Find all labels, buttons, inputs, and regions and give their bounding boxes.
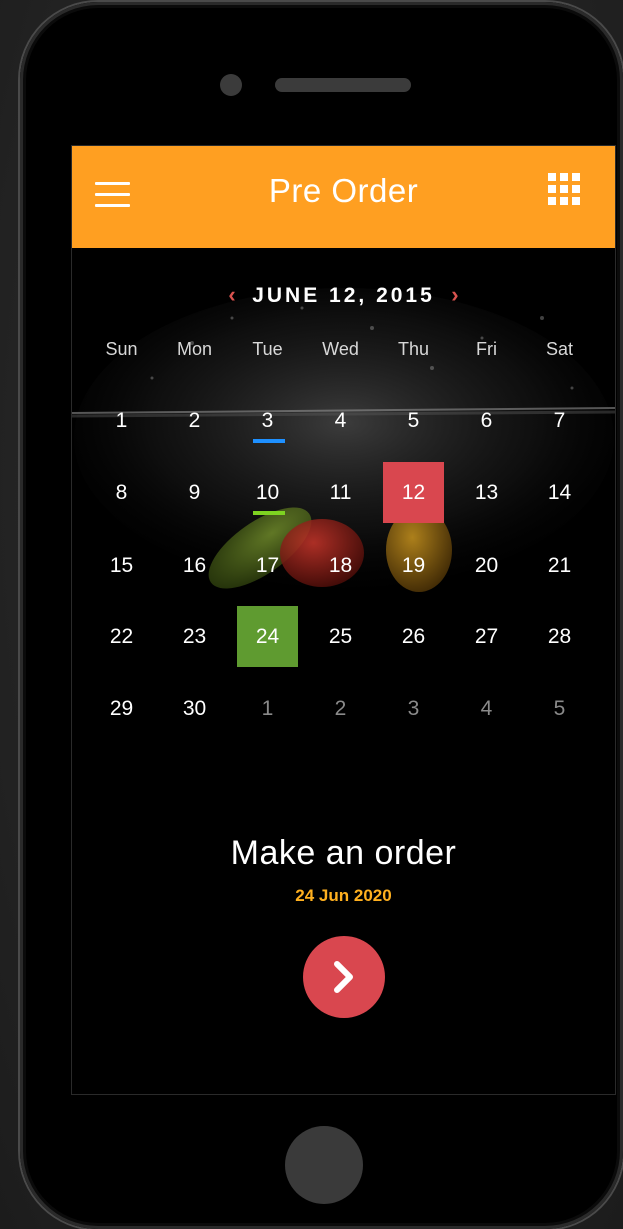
calendar-day[interactable]: 1 <box>237 678 298 739</box>
calendar-day[interactable]: 20 <box>456 535 517 596</box>
calendar-day[interactable]: 25 <box>310 606 371 667</box>
calendar-day[interactable]: 7 <box>529 390 590 451</box>
calendar-day[interactable]: 15 <box>91 535 152 596</box>
weekday-label: Sat <box>545 339 574 359</box>
current-date-label: JUNE 12, 2015 <box>252 284 435 307</box>
earpiece-speaker <box>275 78 411 92</box>
next-month-button[interactable]: › <box>451 282 458 307</box>
weekday-label: Fri <box>476 339 497 359</box>
app-bar: Pre Order <box>72 146 615 248</box>
calendar-day[interactable]: 13 <box>456 462 517 523</box>
day-event-marker <box>253 511 285 515</box>
calendar-day[interactable]: 22 <box>91 606 152 667</box>
calendar-day[interactable]: 1 <box>91 390 152 451</box>
calendar-day[interactable]: 19 <box>383 535 444 596</box>
calendar-day[interactable]: 5 <box>383 390 444 451</box>
calendar-day[interactable]: 8 <box>91 462 152 523</box>
calendar-day[interactable]: 4 <box>456 678 517 739</box>
front-camera <box>220 74 242 96</box>
calendar-day[interactable]: 24 <box>237 606 298 667</box>
calendar-day[interactable]: 11 <box>310 462 371 523</box>
app-screen: Pre Order ‹ JUNE 12, 2015 › Sun Mon Tue … <box>71 145 616 1095</box>
prev-month-button[interactable]: ‹ <box>228 282 235 307</box>
proceed-order-button[interactable] <box>303 936 385 1018</box>
weekday-header: Sun Mon Tue Wed Thu Fri Sat <box>85 339 596 363</box>
calendar-day[interactable]: 17 <box>237 535 298 596</box>
grid-apps-icon[interactable] <box>548 173 582 207</box>
month-navigation: ‹ JUNE 12, 2015 › <box>72 282 615 308</box>
calendar-day[interactable]: 18 <box>310 535 371 596</box>
calendar-day[interactable]: 30 <box>164 678 225 739</box>
calendar-day[interactable]: 27 <box>456 606 517 667</box>
calendar-day[interactable]: 12 <box>383 462 444 523</box>
weekday-label: Mon <box>176 339 212 359</box>
calendar-day[interactable]: 9 <box>164 462 225 523</box>
phone-frame: Pre Order ‹ JUNE 12, 2015 › Sun Mon Tue … <box>20 2 623 1229</box>
weekday-label: Thu <box>397 339 430 359</box>
home-button[interactable] <box>285 1126 363 1204</box>
calendar-day[interactable]: 2 <box>310 678 371 739</box>
calendar-day[interactable]: 23 <box>164 606 225 667</box>
calendar-day[interactable]: 16 <box>164 535 225 596</box>
order-date: 24 Jun 2020 <box>295 886 392 905</box>
calendar-day[interactable]: 14 <box>529 462 590 523</box>
calendar-day[interactable]: 10 <box>237 462 298 523</box>
calendar-day[interactable]: 29 <box>91 678 152 739</box>
calendar-day[interactable]: 28 <box>529 606 590 667</box>
calendar-day[interactable]: 4 <box>310 390 371 451</box>
chevron-right-icon <box>334 961 353 993</box>
page-title: Pre Order <box>268 172 419 209</box>
calendar-day[interactable]: 26 <box>383 606 444 667</box>
make-order-title: Make an order <box>230 834 457 872</box>
calendar-day[interactable]: 2 <box>164 390 225 451</box>
calendar-day[interactable]: 3 <box>237 390 298 451</box>
calendar-day[interactable]: 6 <box>456 390 517 451</box>
weekday-label: Wed <box>322 339 359 359</box>
calendar-day[interactable]: 5 <box>529 678 590 739</box>
calendar-day[interactable]: 21 <box>529 535 590 596</box>
day-event-marker <box>253 439 285 443</box>
weekday-label: Tue <box>252 339 283 359</box>
weekday-label: Sun <box>105 339 138 359</box>
calendar-day[interactable]: 3 <box>383 678 444 739</box>
